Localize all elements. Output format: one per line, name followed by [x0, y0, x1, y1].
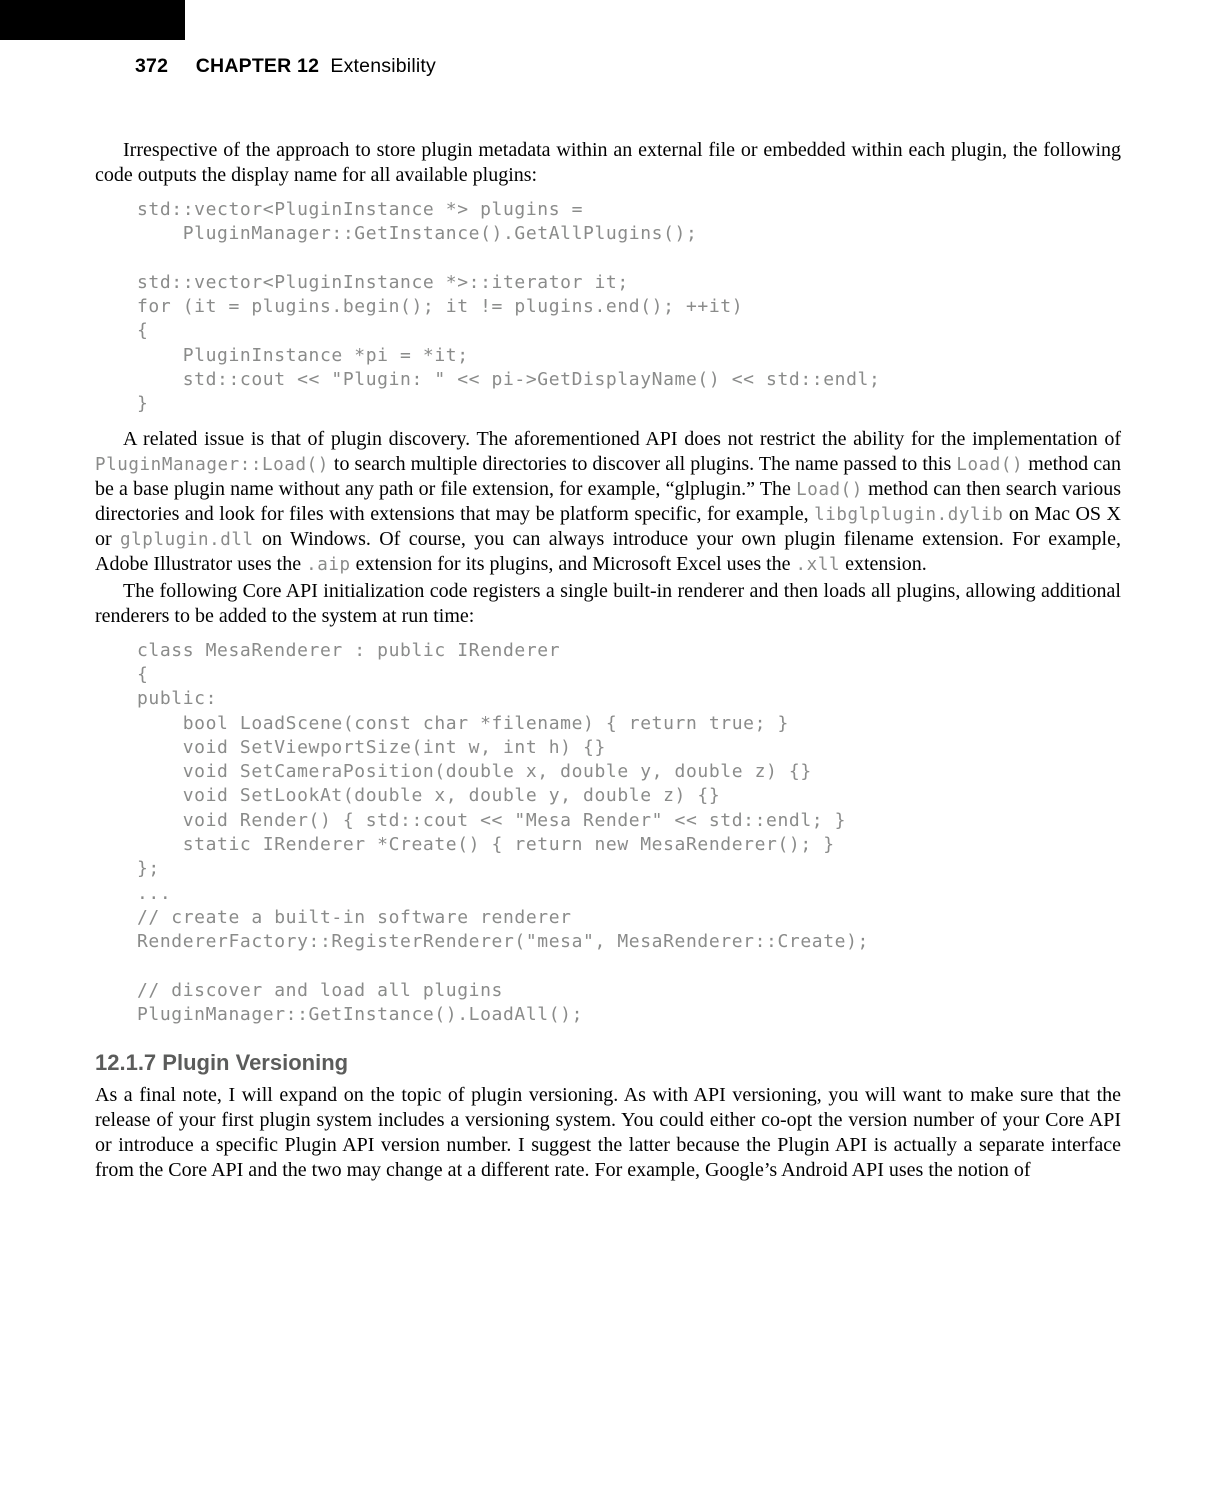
inline-code: PluginManager::Load()	[95, 455, 329, 475]
inline-code: glplugin.dll	[120, 530, 254, 550]
text-run: extension for its plugins, and Microsoft…	[351, 553, 796, 575]
inline-code: .aip	[306, 555, 351, 575]
paragraph-init: The following Core API initialization co…	[95, 579, 1121, 629]
chapter-label: CHAPTER 12	[196, 55, 319, 77]
inline-code: Load()	[956, 455, 1023, 475]
inline-code: .xll	[796, 555, 841, 575]
section-heading: 12.1.7 Plugin Versioning	[95, 1049, 1121, 1077]
page: 372 CHAPTER 12 Extensibility Irrespectiv…	[0, 0, 1216, 1500]
chapter-title-text: Extensibility	[330, 55, 436, 77]
page-number: 372	[135, 55, 168, 77]
paragraph-discovery: A related issue is that of plugin discov…	[95, 427, 1121, 577]
chapter-title: Extensibility	[325, 55, 436, 77]
running-head: 372 CHAPTER 12 Extensibility	[135, 55, 436, 78]
inline-code: libglplugin.dylib	[814, 505, 1003, 525]
paragraph-versioning: As a final note, I will expand on the to…	[95, 1083, 1121, 1183]
paragraph-intro: Irrespective of the approach to store pl…	[95, 138, 1121, 188]
inline-code: Load()	[796, 480, 863, 500]
text-run: extension.	[840, 553, 927, 575]
text-run: to search multiple directories to discov…	[329, 453, 956, 475]
code-block-plugin-list: std::vector<PluginInstance *> plugins = …	[137, 198, 1121, 417]
text-run: A related issue is that of plugin discov…	[123, 428, 1121, 450]
content-area: Irrespective of the approach to store pl…	[95, 138, 1121, 1185]
code-block-mesa-renderer: class MesaRenderer : public IRenderer { …	[137, 639, 1121, 1028]
header-band	[0, 0, 185, 40]
